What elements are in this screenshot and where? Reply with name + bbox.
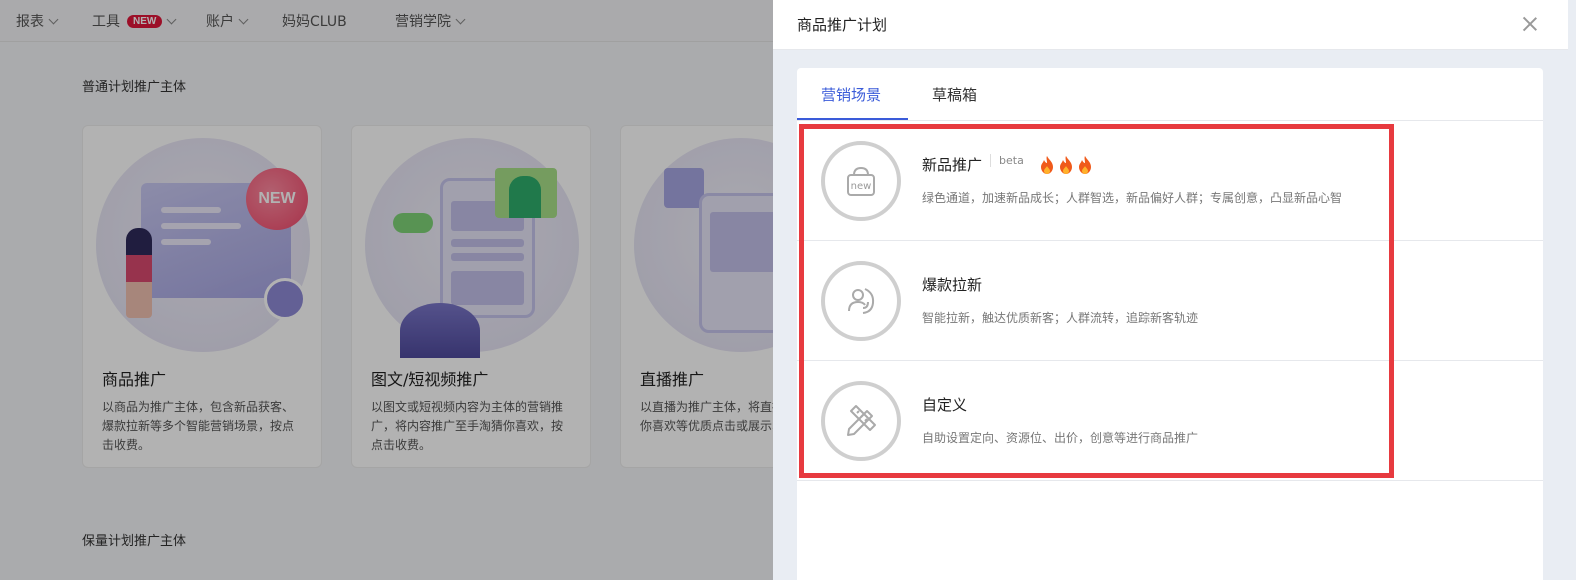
tab-bar: 营销场景 草稿箱: [797, 68, 1543, 121]
fire-icon: [1059, 155, 1072, 174]
modal-overlay[interactable]: [0, 0, 773, 580]
close-icon[interactable]: [1521, 15, 1539, 33]
pencil-ruler-icon: [821, 381, 901, 461]
scene-description: 绿色通道，加速新品成长；人群智选，新品偏好人群；专属创意，凸显新品心智: [922, 191, 1343, 205]
svg-text:new: new: [851, 181, 872, 192]
scene-title: 爆款拉新: [922, 276, 983, 294]
drawer-header: 商品推广计划: [773, 0, 1568, 50]
new-bag-icon: new: [821, 141, 901, 221]
scene-description: 智能拉新，触达优质新客；人群流转，追踪新客轨迹: [922, 311, 1199, 325]
drawer-title: 商品推广计划: [797, 16, 888, 34]
hot-indicator: [1038, 155, 1094, 175]
drawer: 商品推广计划 营销场景 草稿箱 new 新品推广 beta 绿色通道，加速新品成…: [773, 0, 1576, 580]
tab-drafts[interactable]: 草稿箱: [932, 84, 977, 105]
scene-title: 新品推广 beta: [922, 154, 1094, 175]
drawer-panel: 营销场景 草稿箱 new 新品推广 beta 绿色通道，加速新品成长；人群智选，…: [797, 68, 1543, 580]
active-tab-indicator: [797, 118, 908, 120]
beta-tag: beta: [990, 154, 1024, 167]
fire-icon: [1040, 155, 1053, 174]
scene-item-bestseller-acquisition[interactable]: 爆款拉新 智能拉新，触达优质新客；人群流转，追踪新客轨迹: [797, 241, 1543, 361]
scene-item-custom[interactable]: 自定义 自助设置定向、资源位、出价，创意等进行商品推广: [797, 361, 1543, 481]
scene-title: 自定义: [922, 396, 968, 414]
tab-marketing-scene[interactable]: 营销场景: [821, 84, 881, 105]
scene-description: 自助设置定向、资源位、出价，创意等进行商品推广: [922, 431, 1199, 445]
scene-item-new-product[interactable]: new 新品推广 beta 绿色通道，加速新品成长；人群智选，新品偏好人群；专属…: [797, 121, 1543, 241]
fire-icon: [1078, 155, 1091, 174]
user-growth-icon: [821, 261, 901, 341]
